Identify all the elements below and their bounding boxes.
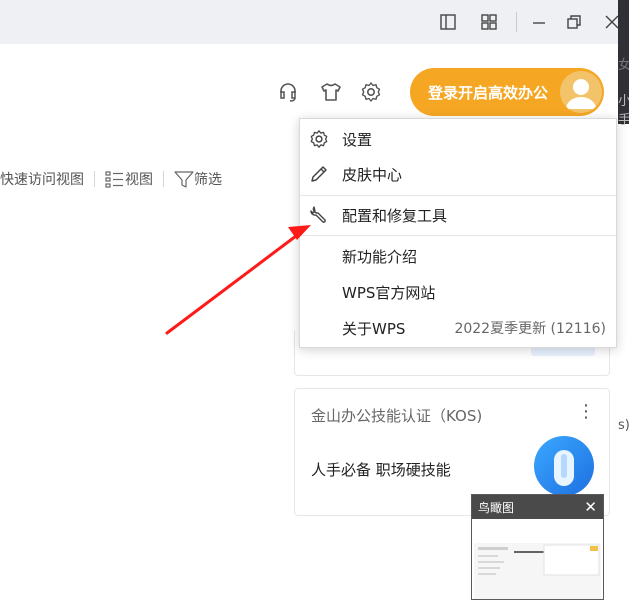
menu-item-skin-center[interactable]: 皮肤中心 (300, 156, 616, 192)
menu-item-wps-website[interactable]: WPS官方网站 (300, 274, 616, 310)
strip-text-top: 女 (618, 58, 629, 73)
more-options-icon[interactable]: ⋮ (577, 401, 595, 422)
restore-icon[interactable] (562, 10, 586, 34)
tablet-mode-icon[interactable] (436, 10, 460, 34)
strip-text-bottom: s) (618, 418, 629, 433)
login-button[interactable]: 登录开启高效办公 (410, 68, 604, 116)
view-button[interactable]: 视图 (105, 169, 153, 189)
gear-icon (308, 128, 330, 150)
bird-view-thumbnail[interactable] (474, 543, 601, 599)
bird-view-panel[interactable]: 鸟瞰图 ✕ (471, 494, 604, 600)
bird-view-header: 鸟瞰图 (472, 495, 603, 519)
title-bar (0, 0, 629, 44)
tshirt-icon[interactable] (319, 80, 343, 104)
menu-divider (300, 195, 616, 196)
close-icon[interactable]: ✕ (584, 498, 597, 516)
filter-button[interactable]: 筛选 (174, 169, 222, 189)
kos-card-title: 金山办公技能认证（KOS) (311, 407, 483, 425)
view-label: 视图 (125, 172, 153, 188)
grid-icon[interactable] (477, 10, 501, 34)
bird-view-title: 鸟瞰图 (478, 500, 515, 515)
menu-item-label: WPS官方网站 (342, 283, 436, 302)
menu-item-label: 新功能介绍 (342, 247, 418, 266)
strip-text-mid: 小手 (618, 94, 629, 128)
kos-logo-icon (534, 436, 594, 496)
menu-item-about-wps[interactable]: 关于WPS 2022夏季更新 (12116) (300, 310, 616, 346)
headset-icon[interactable] (276, 80, 300, 104)
filter-label: 筛选 (194, 172, 222, 188)
login-button-label: 登录开启高效办公 (428, 83, 549, 102)
quick-access-view-label: 快速访问视图 (0, 172, 84, 188)
adjacent-window-dark: 女 小手 (618, 0, 629, 128)
toolbar-divider (163, 171, 164, 187)
menu-item-label: 关于WPS (342, 319, 406, 338)
menu-item-label: 设置 (342, 130, 373, 149)
wrench-icon (308, 204, 330, 226)
view-toolbar: 快速访问视图 视图 筛选 (0, 168, 222, 190)
filter-icon (174, 171, 194, 188)
kos-card-subtitle: 人手必备 职场硬技能 (311, 461, 451, 479)
pen-icon (308, 163, 330, 185)
adjacent-window-strip: 女 小手 s) (618, 0, 629, 600)
menu-item-new-features[interactable]: 新功能介绍 (300, 238, 616, 274)
titlebar-divider (516, 12, 517, 32)
menu-item-repair-tool[interactable]: 配置和修复工具 (300, 197, 616, 233)
settings-dropdown-menu: 设置 皮肤中心 配置和修复工具 新功能介绍 WPS官方网站 关于WPS 2022… (299, 118, 617, 348)
avatar[interactable] (560, 71, 602, 113)
menu-item-label: 皮肤中心 (342, 165, 403, 184)
toolbar-divider (94, 171, 95, 187)
list-view-icon (105, 171, 123, 188)
menu-item-label: 配置和修复工具 (342, 206, 448, 225)
gear-icon[interactable] (359, 80, 383, 104)
minimize-icon[interactable] (527, 10, 551, 34)
menu-divider (300, 235, 616, 236)
menu-item-settings[interactable]: 设置 (300, 121, 616, 157)
version-label: 2022夏季更新 (12116) (454, 321, 606, 337)
quick-access-view-button[interactable]: 快速访问视图 (0, 169, 84, 189)
